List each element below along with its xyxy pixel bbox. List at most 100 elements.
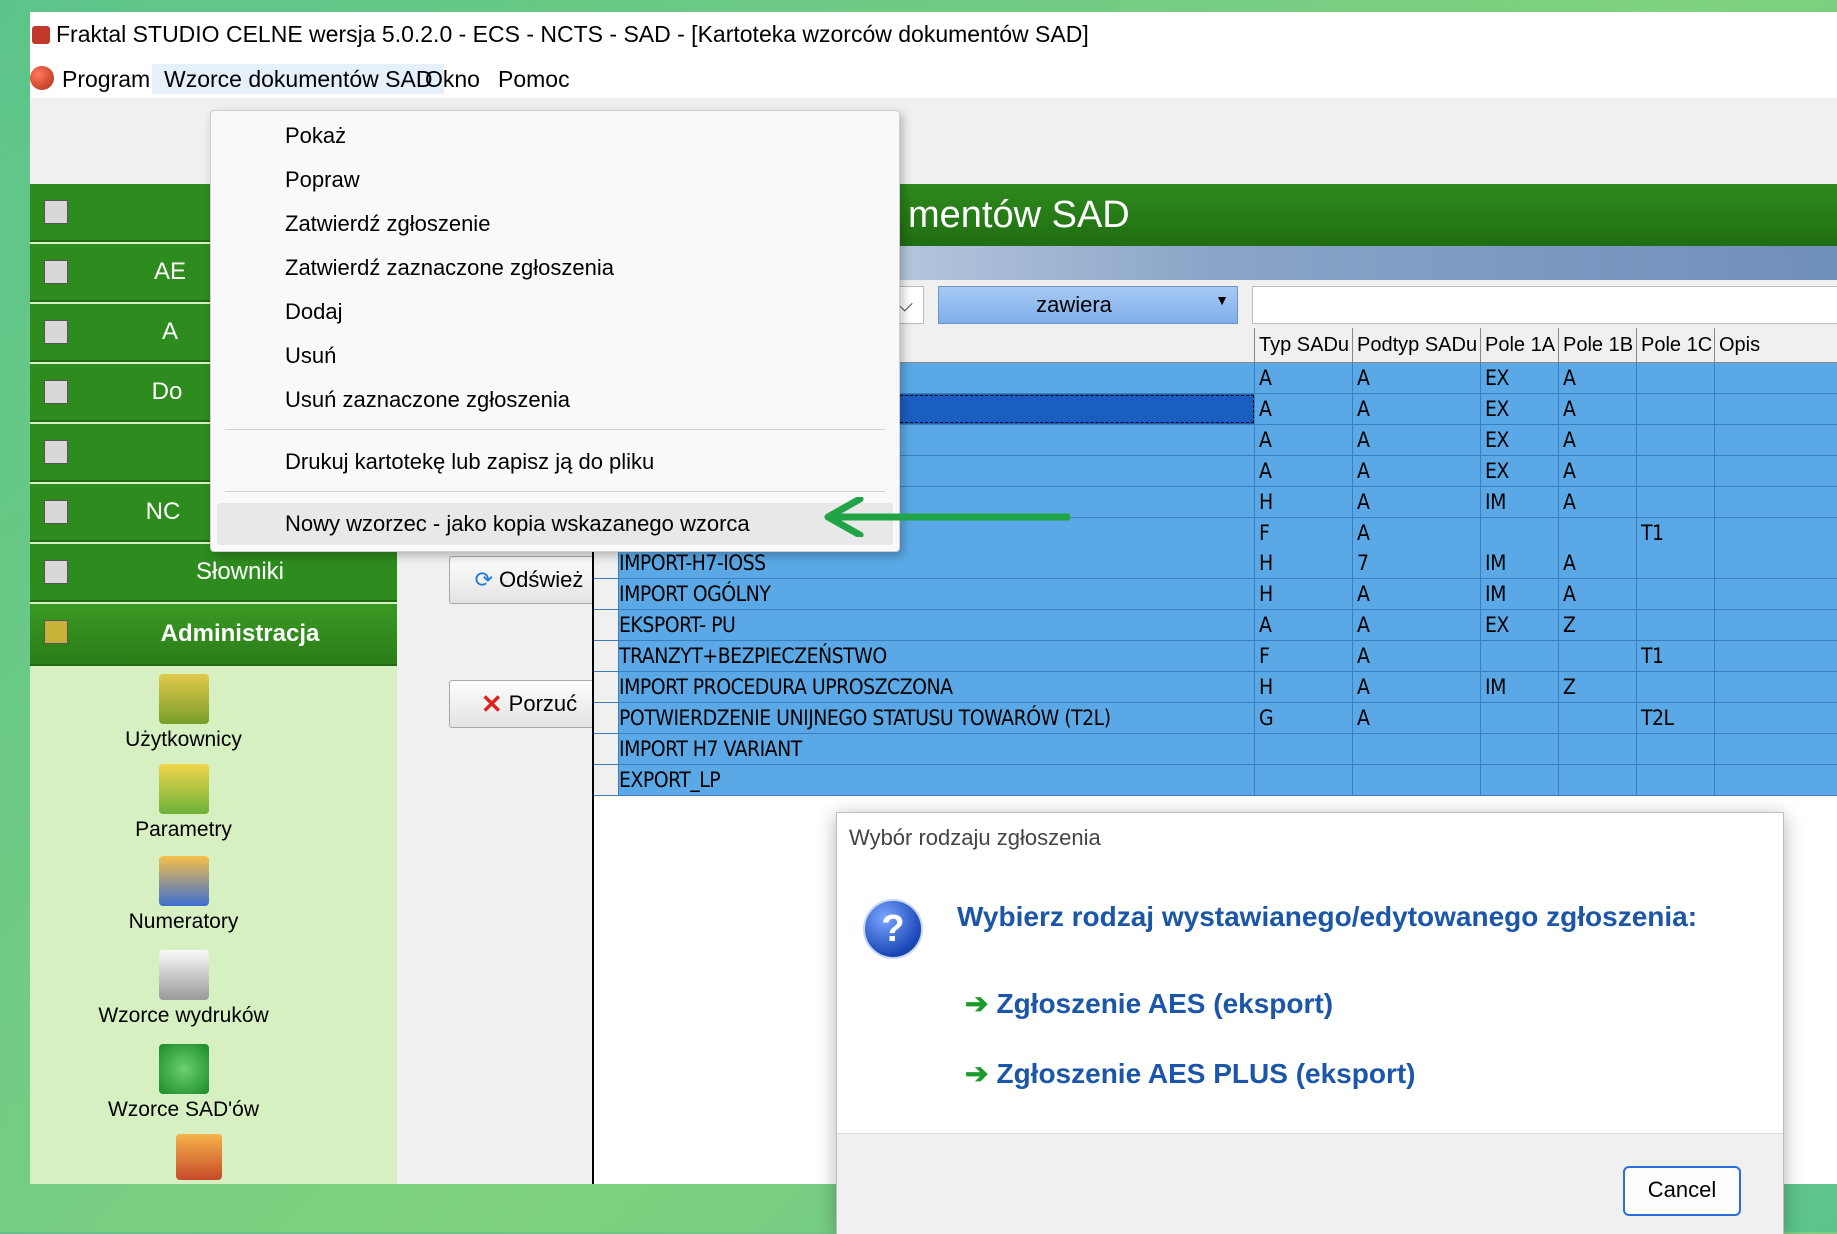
menu-separator <box>225 491 885 492</box>
table-row[interactable]: EKSPORT- PU A A EX Z <box>594 610 1837 642</box>
cancel-button[interactable]: Cancel <box>1623 1166 1741 1216</box>
admin-users-label: Użytkownicy <box>125 728 242 751</box>
cell-p1b: Z <box>1558 672 1641 702</box>
row-selector[interactable] <box>594 672 619 702</box>
table-row[interactable]: TRANZYT+BEZPIECZEŃSTWO F A T1 <box>594 641 1837 673</box>
menu-pomoc[interactable]: Pomoc <box>486 64 582 94</box>
annotation-arrow-icon <box>824 497 1070 537</box>
admin-parameters-label: Parametry <box>135 818 232 841</box>
menu-item-usun-zaznaczone[interactable]: Usuń zaznaczone zgłoszenia <box>217 379 893 421</box>
col-pole-1c[interactable]: Pole 1C <box>1636 328 1713 362</box>
admin-sad-templates[interactable]: Wzorce SAD'ów <box>30 1044 367 1122</box>
refresh-button[interactable]: ⟳ Odśwież <box>449 556 609 604</box>
nav-label-a: A <box>161 318 178 345</box>
menu-item-zatwierdz[interactable]: Zatwierdź zgłoszenie <box>217 203 893 245</box>
admin-numerators[interactable]: Numeratory <box>30 856 367 934</box>
table-row[interactable]: IMPORT PROCEDURA UPROSZCZONA H A IM Z <box>594 672 1837 703</box>
cell-podtyp: A <box>1352 641 1485 672</box>
cell-podtyp: A <box>1352 517 1485 548</box>
cell-p1b <box>1558 702 1641 733</box>
cell-opis <box>1714 486 1837 517</box>
cell-typ <box>1254 764 1357 795</box>
cell-p1a: IM <box>1480 548 1563 579</box>
admin-numerators-label: Numeratory <box>128 910 239 933</box>
arrow-right-icon: ➔ <box>965 988 989 1019</box>
cell-p1a: EX <box>1480 610 1563 641</box>
table-row[interactable]: IMPORT OGÓLNY H A IM A <box>594 579 1837 611</box>
numbers-icon <box>158 856 209 906</box>
col-opis[interactable]: Opis <box>1714 328 1837 362</box>
cell-p1b <box>1558 764 1641 795</box>
menu-item-popraw[interactable]: Popraw <box>217 159 893 201</box>
row-selector[interactable] <box>594 579 619 610</box>
menu-okno[interactable]: Okno <box>413 64 492 94</box>
discard-button[interactable]: ✕ Porzuć <box>449 680 609 728</box>
nav-button-slowniki[interactable]: Słowniki <box>30 544 397 602</box>
cell-opis <box>1714 641 1837 672</box>
cell-p1a: IM <box>1480 579 1563 610</box>
table-row[interactable]: IMPORT H7 VARIANT <box>594 733 1837 765</box>
menu-item-nowy-wzorzec-kopia[interactable]: Nowy wzorzec - jako kopia wskazanego wzo… <box>217 503 893 545</box>
admin-parameters[interactable]: Parametry <box>30 764 367 842</box>
admin-users[interactable]: Użytkownicy <box>30 674 367 752</box>
menu-wzorce-sad[interactable]: Wzorce dokumentów SAD <box>152 64 445 94</box>
table-row[interactable]: POTWIERDZENIE UNIJNEGO STATUSU TOWARÓW (… <box>594 702 1837 734</box>
row-selector[interactable] <box>594 641 619 672</box>
col-typ-sadu[interactable]: Typ SADu <box>1254 328 1351 362</box>
cell-opis <box>1714 517 1837 548</box>
discard-label: Porzuć <box>508 691 578 716</box>
col-podtyp-sadu[interactable]: Podtyp SADu <box>1352 328 1479 362</box>
cell-opis <box>1714 610 1837 641</box>
cell-p1b: A <box>1558 363 1641 393</box>
row-selector[interactable] <box>594 548 619 579</box>
col-pole-1b[interactable]: Pole 1B <box>1558 328 1635 362</box>
row-selector[interactable] <box>594 610 619 641</box>
col-pole-1a[interactable]: Pole 1A <box>1480 328 1557 362</box>
menu-program[interactable]: Program <box>50 64 162 94</box>
cell-typ: F <box>1254 517 1357 548</box>
menu-item-pokaz[interactable]: Pokaż <box>217 115 893 157</box>
next-admin-icon[interactable] <box>176 1134 222 1180</box>
row-selector[interactable] <box>594 733 619 764</box>
cell-name: EKSPORT- PU <box>618 610 1255 641</box>
cell-typ: A <box>1254 455 1357 486</box>
row-selector[interactable] <box>594 702 619 733</box>
cell-p1a <box>1480 517 1563 548</box>
app-icon <box>32 26 50 44</box>
cell-p1b <box>1558 733 1641 764</box>
window-title: Fraktal STUDIO CELNE wersja 5.0.2.0 - EC… <box>56 21 1089 47</box>
cell-typ: F <box>1254 641 1357 672</box>
cell-p1a: IM <box>1480 486 1563 517</box>
cell-p1c: T2L <box>1636 702 1719 733</box>
cell-p1a: EX <box>1480 363 1563 393</box>
option-aes-plus[interactable]: ➔ Zgłoszenie AES PLUS (eksport) <box>965 1057 1416 1090</box>
menu-item-drukuj[interactable]: Drukuj kartotekę lub zapisz ją do pliku <box>217 441 893 483</box>
cell-p1c <box>1636 363 1719 393</box>
nav-label-ncts: NC <box>145 498 181 525</box>
nav-label-slowniki: Słowniki <box>195 558 285 585</box>
nav-button-administracja[interactable]: Administracja <box>30 604 397 666</box>
menu-item-dodaj[interactable]: Dodaj <box>217 291 893 333</box>
option-aes[interactable]: ➔ Zgłoszenie AES (eksport) <box>965 987 1333 1020</box>
cell-name: IMPORT-H7-IOSS <box>618 548 1255 579</box>
cell-opis <box>1714 363 1837 393</box>
cell-p1c <box>1636 548 1719 579</box>
cell-typ <box>1254 733 1357 764</box>
cell-p1c: T1 <box>1636 641 1719 672</box>
cell-podtyp: 7 <box>1352 548 1485 579</box>
cell-p1b <box>1558 517 1641 548</box>
menu-item-usun[interactable]: Usuń <box>217 335 893 377</box>
cell-opis <box>1714 764 1837 795</box>
document-icon <box>44 200 68 224</box>
row-selector[interactable] <box>594 764 619 795</box>
cell-p1c <box>1636 486 1719 517</box>
filter-search-input[interactable] <box>1252 286 1837 324</box>
cell-podtyp: A <box>1352 610 1485 641</box>
menu-item-zatwierdz-zaznaczone[interactable]: Zatwierdź zaznaczone zgłoszenia <box>217 247 893 289</box>
table-row[interactable]: IMPORT-H7-IOSS H 7 IM A <box>594 548 1837 580</box>
table-row[interactable]: EXPORT_LP <box>594 764 1837 796</box>
filter-operator-select[interactable]: zawiera ▼ <box>938 286 1238 324</box>
arrow-right-icon: ➔ <box>965 1058 989 1089</box>
cell-opis <box>1714 424 1837 455</box>
admin-print-templates[interactable]: Wzorce wydruków <box>30 950 367 1028</box>
